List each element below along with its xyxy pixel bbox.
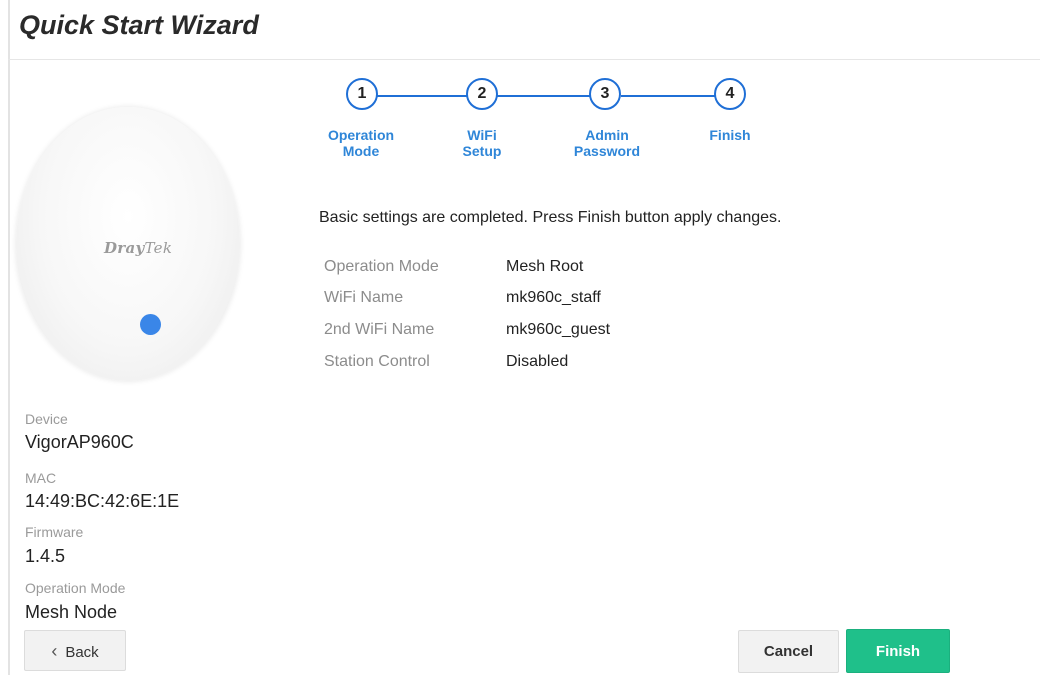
status-led-icon bbox=[140, 314, 161, 335]
summary-label-station-control: Station Control bbox=[324, 353, 430, 370]
summary-value-wifi-name: mk960c_staff bbox=[506, 289, 601, 306]
firmware-value: 1.4.5 bbox=[25, 546, 66, 566]
step-3-label: Admin Password bbox=[573, 127, 641, 159]
brand-logo: DrayTek bbox=[104, 239, 173, 257]
summary-value-station-control: Disabled bbox=[506, 353, 569, 370]
back-button-label: Back bbox=[65, 644, 99, 661]
step-4-label: Finish bbox=[709, 127, 751, 143]
step-connector-2 bbox=[497, 95, 597, 97]
title-divider bbox=[8, 59, 1040, 60]
device-label: Device bbox=[25, 411, 68, 427]
mac-label: MAC bbox=[25, 470, 57, 486]
step-4-circle: 4 bbox=[714, 78, 746, 110]
summary-value-2nd-wifi-name: mk960c_guest bbox=[506, 321, 611, 338]
operation-mode-value: Mesh Node bbox=[25, 602, 118, 622]
finish-button[interactable]: Finish bbox=[846, 629, 950, 673]
summary-label-operation-mode: Operation Mode bbox=[324, 258, 439, 275]
left-border bbox=[8, 0, 10, 675]
step-2-circle: 2 bbox=[466, 78, 498, 110]
step-connector-1 bbox=[375, 95, 473, 97]
completion-message: Basic settings are completed. Press Fini… bbox=[319, 209, 782, 226]
step-1-circle: 1 bbox=[346, 78, 378, 110]
summary-value-operation-mode: Mesh Root bbox=[506, 258, 584, 275]
device-value: VigorAP960C bbox=[25, 432, 134, 452]
page-title: Quick Start Wizard bbox=[19, 10, 259, 40]
chevron-left-icon: ‹ bbox=[51, 641, 58, 661]
back-button[interactable]: ‹ Back bbox=[24, 630, 126, 671]
step-3-circle: 3 bbox=[589, 78, 621, 110]
cancel-button[interactable]: Cancel bbox=[738, 630, 839, 673]
operation-mode-label: Operation Mode bbox=[25, 580, 126, 596]
firmware-label: Firmware bbox=[25, 524, 84, 540]
summary-label-2nd-wifi-name: 2nd WiFi Name bbox=[324, 321, 435, 338]
step-2-label: WiFi Setup bbox=[462, 127, 502, 159]
step-connector-3 bbox=[621, 95, 720, 97]
summary-label-wifi-name: WiFi Name bbox=[324, 289, 404, 306]
step-1-label: Operation Mode bbox=[327, 127, 395, 159]
mac-value: 14:49:BC:42:6E:1E bbox=[25, 491, 180, 511]
